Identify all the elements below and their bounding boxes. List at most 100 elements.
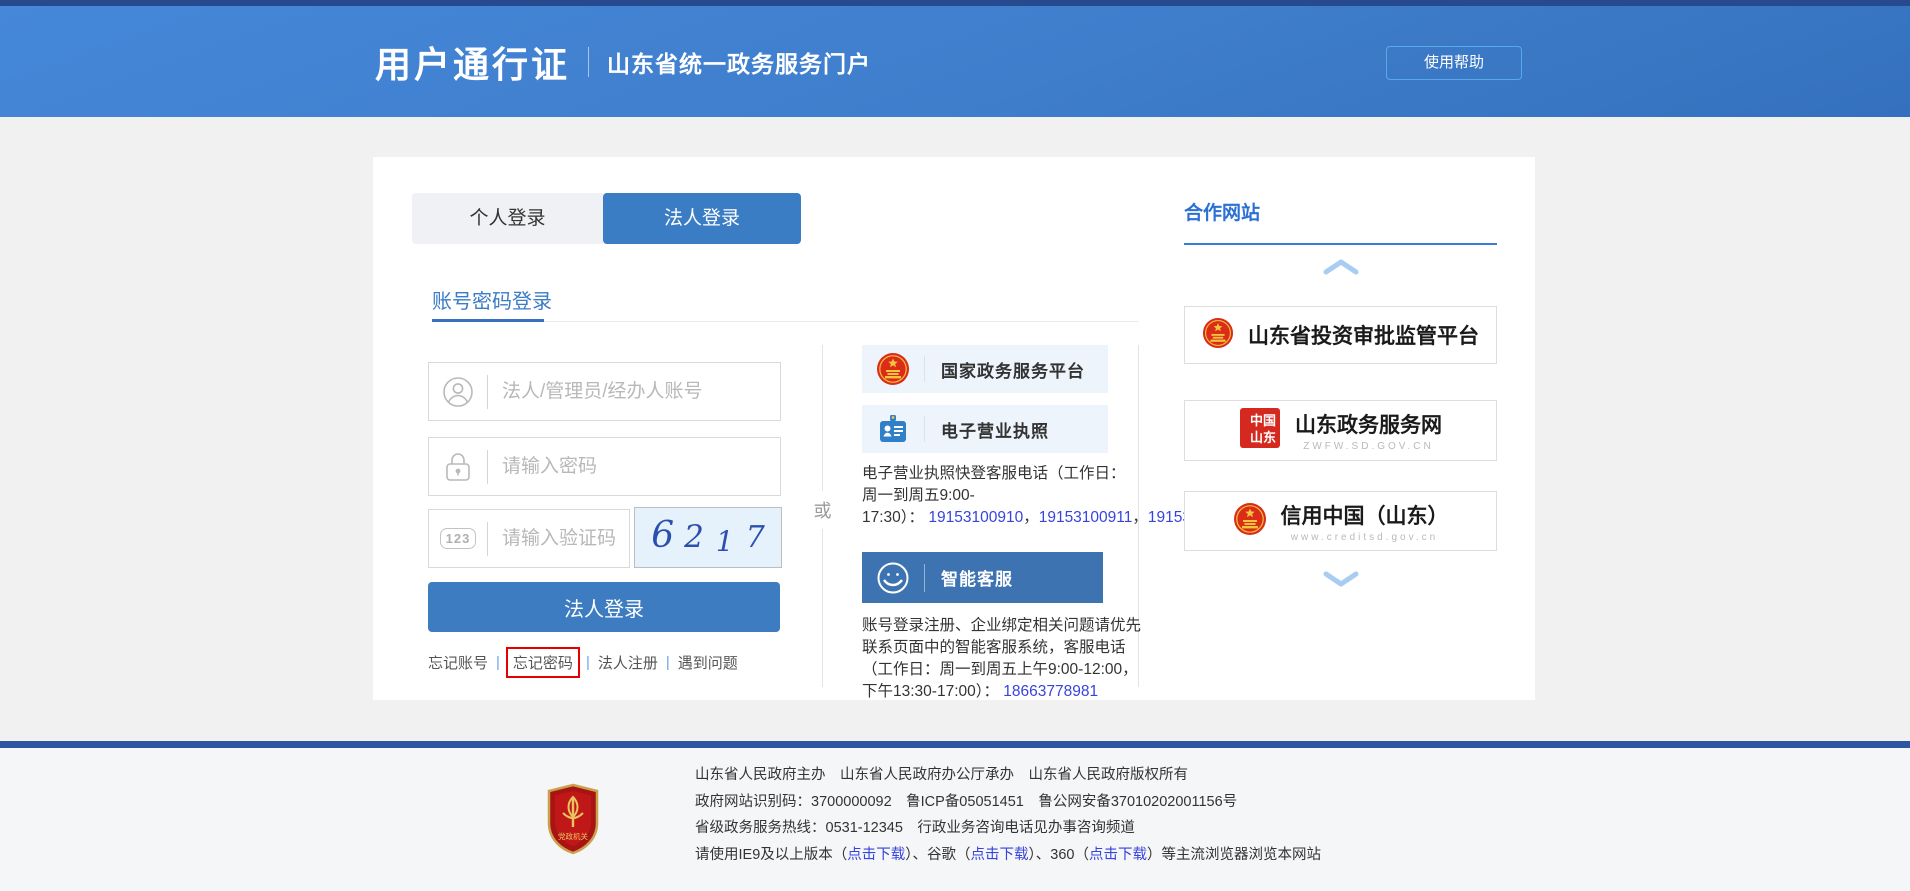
service-note-text: 账号登录注册、企业绑定相关问题请优先联系页面中的智能客服系统，客服电话（工作日：…	[862, 617, 1141, 700]
forgot-account-link[interactable]: 忘记账号	[428, 652, 488, 673]
captcha-digit: 6	[651, 515, 674, 556]
login-card: 个人登录 法人登录 账号密码登录	[373, 157, 1535, 700]
header: 用户通行证 山东省统一政务服务门户 使用帮助	[0, 6, 1910, 117]
footer-text-block: 山东省人民政府主办 山东省人民政府办公厅承办 山东省人民政府版权所有 政府网站识…	[695, 762, 1321, 868]
e-license-service-note: 电子营业执照快登客服电话（工作日： 周一到周五9:00- 17:30）： 191…	[862, 463, 1154, 529]
shandong-red-seal-icon: 中 国 山 东	[1239, 407, 1281, 454]
captcha-digit: 2	[684, 519, 704, 555]
tab-personal-login[interactable]: 个人登录	[412, 193, 603, 244]
password-field-wrap	[428, 437, 781, 496]
account-field-wrap	[428, 362, 781, 421]
svg-text:东: 东	[1263, 430, 1276, 445]
page: 用户通行证 山东省统一政务服务门户 使用帮助 个人登录 法人登录 账号密码登录	[0, 0, 1910, 891]
brand-divider	[588, 47, 589, 77]
license-phone-2[interactable]: 19153100911	[1039, 509, 1133, 526]
help-button[interactable]: 使用帮助	[1386, 46, 1522, 80]
download-link-360[interactable]: 点击下载	[1089, 847, 1147, 863]
e-business-license-label: 电子营业执照	[941, 417, 1049, 442]
e-business-license-button[interactable]: 电子营业执照	[862, 405, 1108, 453]
note-line: 周一到周五9:00-	[862, 487, 975, 504]
alt-login-column: 国家政务服务平台	[862, 345, 1108, 703]
national-emblem-icon	[1233, 502, 1267, 541]
partners-underline	[1184, 243, 1497, 245]
smart-customer-service-label: 智能客服	[941, 565, 1013, 590]
tab-legal-person-login[interactable]: 法人登录	[603, 193, 801, 244]
scroll-down-button[interactable]	[1184, 571, 1497, 587]
footer-line-hotline: 省级政务服务热线：0531-12345 行政业务咨询电话见办事咨询频道	[695, 815, 1321, 842]
button-separator	[924, 564, 925, 592]
national-emblem-icon	[1202, 317, 1234, 354]
field-separator	[487, 450, 488, 484]
svg-text:中: 中	[1250, 413, 1263, 428]
brand: 用户通行证 山东省统一政务服务门户	[375, 6, 871, 117]
method-title-underline	[432, 319, 544, 322]
browser-note-text: ）、谷歌（	[905, 847, 970, 863]
forgot-password-link-highlighted[interactable]: 忘记密码	[506, 647, 580, 678]
portal-subtitle: 山东省统一政务服务门户	[607, 45, 871, 79]
field-separator	[487, 522, 488, 556]
note-line: 17:30）：	[862, 509, 928, 526]
link-separator: |	[666, 654, 670, 671]
svg-text:党政机关: 党政机关	[558, 831, 588, 841]
link-separator: |	[496, 654, 500, 671]
legal-person-register-link[interactable]: 法人注册	[598, 652, 658, 673]
account-input[interactable]	[502, 381, 780, 403]
legal-person-login-button[interactable]: 法人登录	[428, 582, 780, 632]
chevron-up-icon	[1322, 259, 1360, 275]
button-separator	[924, 356, 925, 382]
partner-sites-column: 合作网站	[1184, 198, 1497, 587]
partner-site-url: ZWFW.SD.GOV.CN	[1295, 441, 1442, 452]
password-input[interactable]	[502, 456, 780, 478]
license-phone-line: 17:30）： 19153100910，19153100911，1915310	[862, 509, 1208, 526]
partner-site-credit-china[interactable]: 信用中国（山东） www.creditsd.gov.cn	[1184, 491, 1497, 551]
helper-links: 忘记账号 | 忘记密码 | 法人注册 | 遇到问题	[428, 650, 738, 675]
button-separator	[924, 416, 925, 442]
browser-note-text: 请使用IE9及以上版本（	[695, 847, 847, 863]
encounter-problem-link[interactable]: 遇到问题	[678, 652, 738, 673]
national-emblem-icon	[862, 352, 924, 386]
scroll-up-button[interactable]	[1184, 259, 1497, 275]
download-link-chrome[interactable]: 点击下载	[971, 847, 1029, 863]
footer: 党政机关 山东省人民政府主办 山东省人民政府办公厅承办 山东省人民政府版权所有 …	[0, 748, 1910, 891]
download-link-ie[interactable]: 点击下载	[847, 847, 905, 863]
account-service-note: 账号登录注册、企业绑定相关问题请优先联系页面中的智能客服系统，客服电话（工作日：…	[862, 615, 1152, 703]
national-gov-platform-button[interactable]: 国家政务服务平台	[862, 345, 1108, 393]
app-title: 用户通行证	[375, 36, 570, 88]
footer-line-site-id: 政府网站识别码：3700000092 鲁ICP备05051451 鲁公网安备37…	[695, 789, 1321, 816]
partner-sites-title: 合作网站	[1184, 198, 1497, 225]
svg-text:山: 山	[1250, 430, 1263, 445]
captcha-123-icon: 123	[429, 528, 487, 549]
national-gov-platform-label: 国家政务服务平台	[941, 357, 1085, 382]
captcha-input[interactable]	[502, 528, 629, 550]
field-separator	[487, 375, 488, 409]
browser-note-text: ）等主流浏览器浏览本网站	[1147, 847, 1321, 863]
captcha-digit: 1	[716, 525, 734, 558]
captcha-image[interactable]: 6 2 1 7	[634, 507, 782, 568]
service-phone[interactable]: 18663778981	[1003, 683, 1098, 700]
robot-face-icon	[862, 560, 924, 596]
link-separator: |	[586, 654, 590, 671]
captcha-digit: 7	[746, 520, 765, 555]
partner-site-investment-platform[interactable]: 山东省投资审批监管平台	[1184, 306, 1497, 364]
captcha-field-wrap: 123	[428, 509, 630, 568]
partner-site-name: 山东政务服务网	[1295, 409, 1442, 439]
phone-separator: ，	[1023, 509, 1039, 526]
partner-site-name: 山东省投资审批监管平台	[1248, 320, 1479, 350]
login-method-title: 账号密码登录	[432, 285, 552, 314]
partner-site-zwfw[interactable]: 中 国 山 东 山东政务服务网 ZWFW.SD.GOV.CN	[1184, 400, 1497, 461]
partner-site-url: www.creditsd.gov.cn	[1281, 532, 1449, 543]
footer-accent-bar	[0, 741, 1910, 748]
main-area: 个人登录 法人登录 账号密码登录	[0, 117, 1910, 741]
license-phone-1[interactable]: 19153100910	[928, 509, 1023, 526]
or-label: 或	[808, 491, 837, 529]
footer-line-browsers: 请使用IE9及以上版本（点击下载）、谷歌（点击下载）、360（点击下载）等主流浏…	[695, 842, 1321, 869]
lock-icon	[429, 451, 487, 483]
footer-line-sponsor: 山东省人民政府主办 山东省人民政府办公厅承办 山东省人民政府版权所有	[695, 762, 1321, 789]
chevron-down-icon	[1322, 571, 1360, 587]
party-government-shield-icon: 党政机关	[545, 783, 601, 860]
phone-separator: ，	[1132, 509, 1148, 526]
smart-customer-service-button[interactable]: 智能客服	[862, 552, 1103, 603]
browser-note-text: ）、360（	[1029, 847, 1089, 863]
note-line: 电子营业执照快登客服电话（工作日：	[862, 465, 1126, 482]
login-tabs: 个人登录 法人登录	[412, 193, 801, 244]
